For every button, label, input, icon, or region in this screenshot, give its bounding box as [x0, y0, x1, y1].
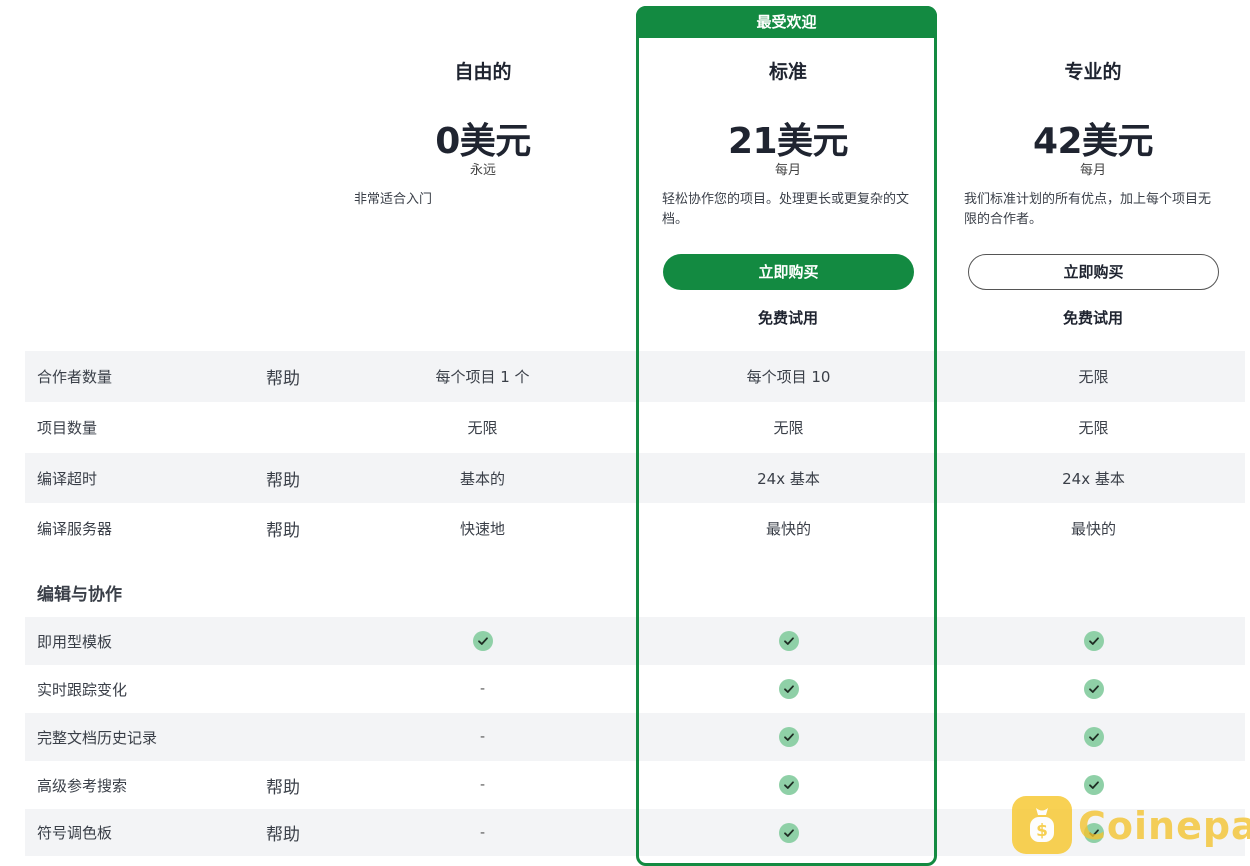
standard-value: 最快的 — [765, 520, 811, 538]
check-icon — [778, 727, 799, 747]
plan-pro-price: 42美元 — [1032, 121, 1154, 162]
plan-free-name: 自由的 — [454, 61, 512, 83]
check-icon — [1083, 727, 1104, 747]
most-popular-badge: 最受欢迎 — [636, 6, 937, 38]
feature-row-doc-history: 完整文档历史记录 - — [25, 713, 1245, 761]
feature-row-projects: 项目数量 无限 无限 无限 — [25, 402, 1245, 453]
feature-label: 符号调色板 — [37, 824, 113, 842]
feature-label: 项目数量 — [37, 419, 98, 437]
svg-text:$: $ — [1036, 821, 1048, 841]
standard-free-trial-link[interactable]: 免费试用 — [688, 307, 888, 328]
free-value: 无限 — [467, 419, 498, 437]
plan-standard-name: 标准 — [768, 61, 807, 83]
check-icon — [472, 631, 493, 651]
standard-value: 24x 基本 — [757, 469, 820, 488]
pro-value: 24x 基本 — [1062, 469, 1125, 488]
check-icon — [778, 775, 799, 795]
help-link[interactable]: 帮助 — [266, 761, 300, 809]
plan-standard-period: 每月 — [774, 163, 801, 178]
feature-label: 编译服务器 — [37, 520, 113, 538]
plan-free-period: 永远 — [469, 163, 496, 178]
free-value: 每个项目 1 个 — [435, 368, 530, 386]
check-icon — [1083, 631, 1104, 651]
check-icon — [778, 631, 799, 651]
free-value: 基本的 — [459, 469, 505, 488]
check-icon — [778, 679, 799, 699]
not-included-dash: - — [479, 777, 486, 793]
plan-pro-period: 每月 — [1079, 163, 1106, 178]
feature-label: 高级参考搜索 — [37, 776, 128, 795]
plan-free-price: 0美元 — [435, 121, 531, 162]
feature-label: 合作者数量 — [37, 368, 113, 386]
help-link[interactable]: 帮助 — [266, 351, 300, 402]
feature-label: 实时跟踪变化 — [37, 680, 128, 699]
plan-standard-price: 21美元 — [727, 121, 849, 162]
feature-label: 编译超时 — [37, 469, 98, 488]
pro-free-trial-link[interactable]: 免费试用 — [993, 307, 1193, 328]
help-link[interactable]: 帮助 — [266, 453, 300, 503]
free-value: 快速地 — [459, 520, 505, 538]
check-icon — [1083, 775, 1104, 795]
feature-label: 完整文档历史记录 — [37, 728, 158, 747]
not-included-dash: - — [479, 681, 486, 697]
feature-row-collaborators: 合作者数量 帮助 每个项目 1 个 每个项目 10 无限 — [25, 351, 1245, 402]
standard-value: 每个项目 10 — [746, 368, 831, 386]
plan-free-description: 非常适合入门 — [354, 192, 433, 207]
feature-row-compile-timeout: 编译超时 帮助 基本的 24x 基本 24x 基本 — [25, 453, 1245, 503]
standard-value: 无限 — [773, 419, 804, 437]
plan-pro-description: 我们标准计划的所有优点，加上每个项目无限的合作者。 — [964, 192, 1212, 227]
feature-row-track-changes: 实时跟踪变化 - — [25, 665, 1245, 713]
standard-buy-now-button[interactable]: 立即购买 — [663, 254, 914, 290]
pro-value: 最快的 — [1070, 520, 1116, 538]
not-included-dash: - — [479, 824, 486, 841]
feature-row-compile-servers: 编译服务器 帮助 快速地 最快的 最快的 — [25, 503, 1245, 554]
pro-buy-now-button[interactable]: 立即购买 — [968, 254, 1219, 290]
feature-row-templates: 即用型模板 — [25, 617, 1245, 665]
section-title-editing-collaboration: 编辑与协作 — [37, 585, 122, 605]
pro-value: 无限 — [1078, 368, 1109, 386]
plan-standard-description: 轻松协作您的项目。处理更长或更复杂的文档。 — [662, 192, 910, 227]
plan-pro-name: 专业的 — [1064, 61, 1122, 83]
feature-label: 即用型模板 — [37, 632, 113, 651]
help-link[interactable]: 帮助 — [266, 809, 300, 856]
check-icon — [778, 822, 799, 843]
check-icon — [1083, 679, 1104, 699]
pro-value: 无限 — [1078, 419, 1109, 437]
help-link[interactable]: 帮助 — [266, 503, 300, 554]
not-included-dash: - — [479, 729, 486, 745]
money-bag-icon: $ — [1012, 796, 1072, 854]
watermark-logo-text: Coinepay — [1078, 804, 1250, 848]
